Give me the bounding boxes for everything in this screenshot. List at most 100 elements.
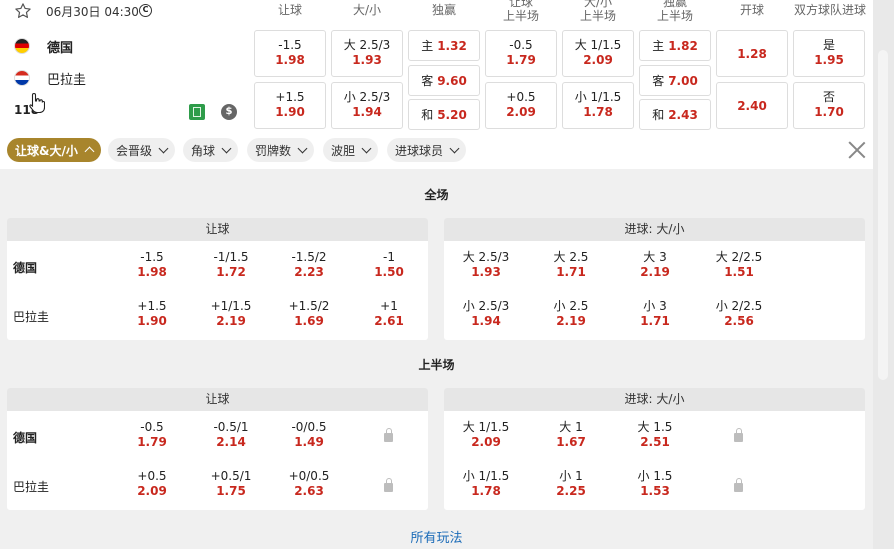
odd-hdp-home[interactable]: -1.5 1.98 — [254, 30, 326, 77]
h1-ou-under-2[interactable]: 小 1.5 1.53 — [615, 469, 695, 499]
h1-totals-card: 进球: 大/小 大 1/1.5 2.09 大 1 1.67 大 1.5 2.51 小 … — [444, 388, 865, 510]
col-moneyline: 独赢 — [431, 3, 456, 17]
odd-btts-no[interactable]: 否 1.70 — [793, 82, 865, 129]
odd-ou-over[interactable]: 大 2.5/3 1.93 — [331, 30, 403, 77]
odd-ml-draw[interactable]: 和 5.20 — [408, 99, 480, 130]
h1-hdp-away-label: 巴拉圭 — [13, 480, 50, 494]
filter-correct-score[interactable]: 波胆 — [323, 138, 379, 162]
odd-h1-hdp-home[interactable]: -0.5 1.79 — [485, 30, 557, 77]
h1-ou-over-2[interactable]: 大 1.5 2.51 — [615, 420, 695, 450]
odd-h1-ml-draw[interactable]: 和 2.43 — [639, 99, 711, 130]
live-stream-icon[interactable]: C — [139, 4, 152, 17]
ft-ou-under-3[interactable]: 小 2/2.5 2.56 — [699, 299, 779, 329]
filter-handicap-totals[interactable]: 让球&大/小 — [7, 138, 101, 162]
away-team-name: 巴拉圭 — [47, 72, 87, 88]
germany-flag-icon — [14, 38, 30, 54]
odd-kickoff-2[interactable]: 2.40 — [716, 82, 788, 129]
away-team: 巴拉圭 — [14, 68, 86, 88]
ft-ou-under-1[interactable]: 小 2.5 2.19 — [531, 299, 611, 329]
statistics-icon[interactable] — [189, 104, 205, 120]
odd-h1-ml-away[interactable]: 客 7.00 — [639, 65, 711, 96]
scrollbar[interactable] — [878, 50, 888, 380]
odd-h1-hdp-away[interactable]: +0.5 2.09 — [485, 82, 557, 129]
h1-ou-over-0[interactable]: 大 1/1.5 2.09 — [446, 420, 526, 450]
lock-icon — [384, 478, 393, 492]
favorite-star-icon[interactable] — [14, 2, 32, 20]
filter-bookings[interactable]: 罚牌数 — [247, 138, 315, 162]
market-filter-bar: 让球&大/小 会晋级 角球 罚牌数 波胆 进球球员 — [0, 135, 873, 169]
h1-ou-under-1[interactable]: 小 1 2.25 — [531, 469, 611, 499]
ft-ou-over-3[interactable]: 大 2/2.5 1.51 — [699, 250, 779, 280]
first-half-title: 上半场 — [418, 358, 455, 372]
odd-h1-ou-over[interactable]: 大 1/1.5 2.09 — [562, 30, 634, 77]
match-datetime: 06月30日 04:30 — [46, 5, 139, 19]
close-icon[interactable] — [846, 139, 868, 161]
col-btts: 双方球队进球 — [793, 3, 866, 17]
col-moneyline-h1-line1: 独赢 — [662, 0, 687, 9]
odd-h1-ou-under[interactable]: 小 1/1.5 1.78 — [562, 82, 634, 129]
all-markets-link[interactable]: 所有玩法 — [0, 527, 873, 546]
chevron-down-icon — [158, 143, 169, 153]
h1-totals-title: 进球: 大/小 — [444, 388, 865, 411]
ft-ou-over-2[interactable]: 大 3 2.19 — [615, 250, 695, 280]
col-moneyline-h1: 独赢 上半场 — [639, 0, 711, 23]
col-totals-h1-line1: 大/小 — [583, 0, 613, 9]
h1-hdp-home-label: 德国 — [13, 431, 38, 445]
lock-icon — [734, 428, 743, 442]
h1-hdp-away-0[interactable]: +0.5 2.09 — [112, 469, 192, 499]
ft-ou-over-0[interactable]: 大 2.5/3 1.93 — [446, 250, 526, 280]
col-totals-h1: 大/小 上半场 — [562, 0, 634, 23]
cash-out-icon[interactable]: $ — [221, 104, 237, 120]
chevron-down-icon — [221, 143, 232, 153]
h1-handicap-card: 让球 德国 巴拉圭 -0.5 1.79 -0.5/1 2.14 -0/0.5 1.49… — [7, 388, 428, 510]
odd-hdp-away[interactable]: +1.5 1.90 — [254, 82, 326, 129]
odd-h1-ml-home[interactable]: 主 1.82 — [639, 30, 711, 61]
ft-ou-under-0[interactable]: 小 2.5/3 1.94 — [446, 299, 526, 329]
odd-ou-under[interactable]: 小 2.5/3 1.94 — [331, 82, 403, 129]
col-handicap: 让球 — [277, 3, 302, 17]
filter-to-qualify[interactable]: 会晋级 — [108, 138, 176, 162]
odd-btts-yes[interactable]: 是 1.95 — [793, 30, 865, 77]
col-totals-h1-line2: 上半场 — [579, 9, 616, 23]
chevron-down-icon — [449, 143, 460, 153]
ft-hdp-home-0[interactable]: -1.5 1.98 — [112, 250, 192, 280]
h1-hdp-home-0[interactable]: -0.5 1.79 — [112, 420, 192, 450]
col-handicap-h1-line1: 让球 — [508, 0, 533, 9]
ft-hdp-home-2[interactable]: -1.5/2 2.23 — [269, 250, 349, 280]
col-totals: 大/小 — [352, 3, 382, 17]
ft-hdp-home-1[interactable]: -1/1.5 1.72 — [191, 250, 271, 280]
ft-hdp-away-1[interactable]: +1/1.5 2.19 — [191, 299, 271, 329]
ft-hdp-away-0[interactable]: +1.5 1.90 — [112, 299, 192, 329]
h1-hdp-home-1[interactable]: -0.5/1 2.14 — [191, 420, 271, 450]
hand-cursor-icon — [29, 92, 45, 114]
ft-ou-over-1[interactable]: 大 2.5 1.71 — [531, 250, 611, 280]
h1-hdp-away-2[interactable]: +0/0.5 2.63 — [269, 469, 349, 499]
ft-hdp-away-label: 巴拉圭 — [13, 310, 50, 324]
h1-ou-under-0[interactable]: 小 1/1.5 1.78 — [446, 469, 526, 499]
h1-hdp-away-1[interactable]: +0.5/1 1.75 — [191, 469, 271, 499]
ft-hdp-home-label: 德国 — [13, 261, 38, 275]
col-handicap-h1-line2: 上半场 — [502, 9, 539, 23]
ft-totals-card: 进球: 大/小 大 2.5/3 1.93 大 2.5 1.71 大 3 2.19 大 … — [444, 218, 865, 340]
filter-corners[interactable]: 角球 — [183, 138, 239, 162]
filter-goalscorer[interactable]: 进球球员 — [387, 138, 467, 162]
odd-ml-away[interactable]: 客 9.60 — [408, 65, 480, 96]
chevron-down-icon — [297, 143, 308, 153]
ft-hdp-away-3[interactable]: +1 2.61 — [349, 299, 428, 329]
full-time-title: 全场 — [424, 188, 449, 202]
col-handicap-h1: 让球 上半场 — [485, 0, 557, 23]
h1-ou-over-1[interactable]: 大 1 1.67 — [531, 420, 611, 450]
lock-icon — [734, 478, 743, 492]
col-kickoff: 开球 — [739, 3, 764, 17]
ft-handicap-title: 让球 — [7, 218, 428, 241]
odd-ml-home[interactable]: 主 1.32 — [408, 30, 480, 61]
paraguay-flag-icon — [14, 70, 30, 86]
h1-handicap-title: 让球 — [7, 388, 428, 411]
ft-hdp-home-3[interactable]: -1 1.50 — [349, 250, 428, 280]
ft-totals-title: 进球: 大/小 — [444, 218, 865, 241]
odd-kickoff-1[interactable]: 1.28 — [716, 30, 788, 77]
ft-hdp-away-2[interactable]: +1.5/2 1.69 — [269, 299, 349, 329]
h1-hdp-home-2[interactable]: -0/0.5 1.49 — [269, 420, 349, 450]
ft-ou-under-2[interactable]: 小 3 1.71 — [615, 299, 695, 329]
chevron-down-icon — [361, 143, 372, 153]
